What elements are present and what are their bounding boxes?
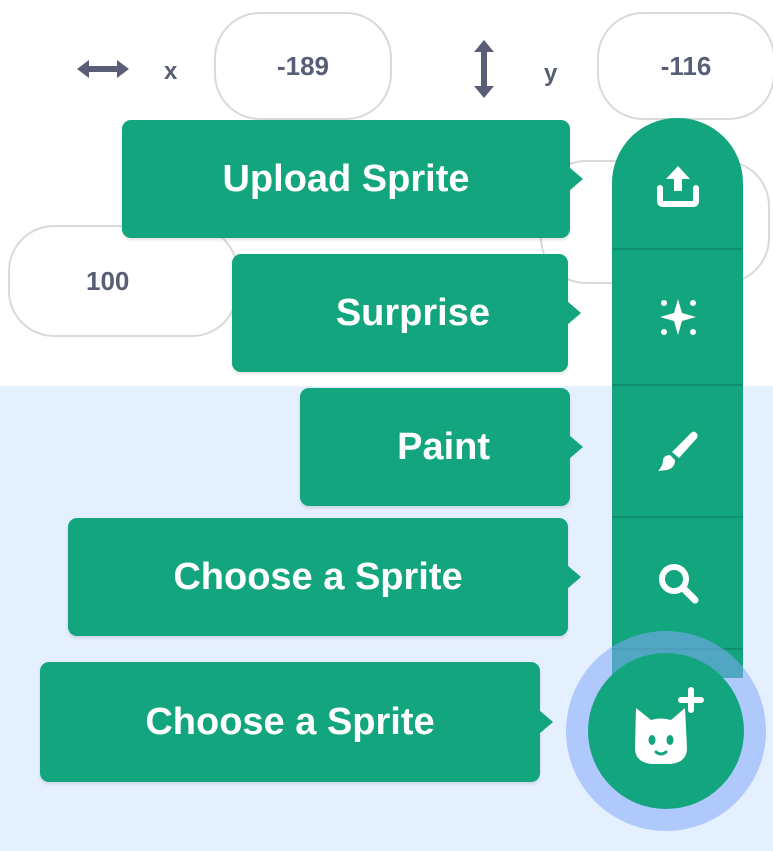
search-sprite-button[interactable] <box>612 518 743 648</box>
paintbrush-icon <box>657 431 698 471</box>
surprise-button[interactable] <box>612 252 743 382</box>
x-position-input[interactable]: -189 <box>214 12 392 120</box>
size-input[interactable]: 100 <box>8 225 238 337</box>
paint-tooltip: Paint <box>300 388 583 506</box>
vertical-arrows-icon <box>474 40 494 98</box>
upload-icon <box>656 166 699 207</box>
choose-sprite-main-tooltip: Choose a Sprite <box>40 662 553 782</box>
sparkle-icon <box>659 299 696 335</box>
cat-add-icon <box>635 687 704 764</box>
horizontal-arrows-icon <box>77 60 129 78</box>
upload-sprite-button[interactable] <box>612 120 743 250</box>
paint-button[interactable] <box>612 386 743 516</box>
search-icon <box>658 564 698 604</box>
choose-sprite-search-tooltip: Choose a Sprite <box>68 518 581 636</box>
choose-sprite-main-button[interactable] <box>588 653 744 809</box>
upload-sprite-tooltip: Upload Sprite <box>122 120 583 238</box>
y-position-input[interactable]: -116 <box>597 12 773 120</box>
surprise-tooltip: Surprise <box>232 254 581 372</box>
y-label: y <box>544 60 558 87</box>
x-label: x <box>164 58 178 85</box>
